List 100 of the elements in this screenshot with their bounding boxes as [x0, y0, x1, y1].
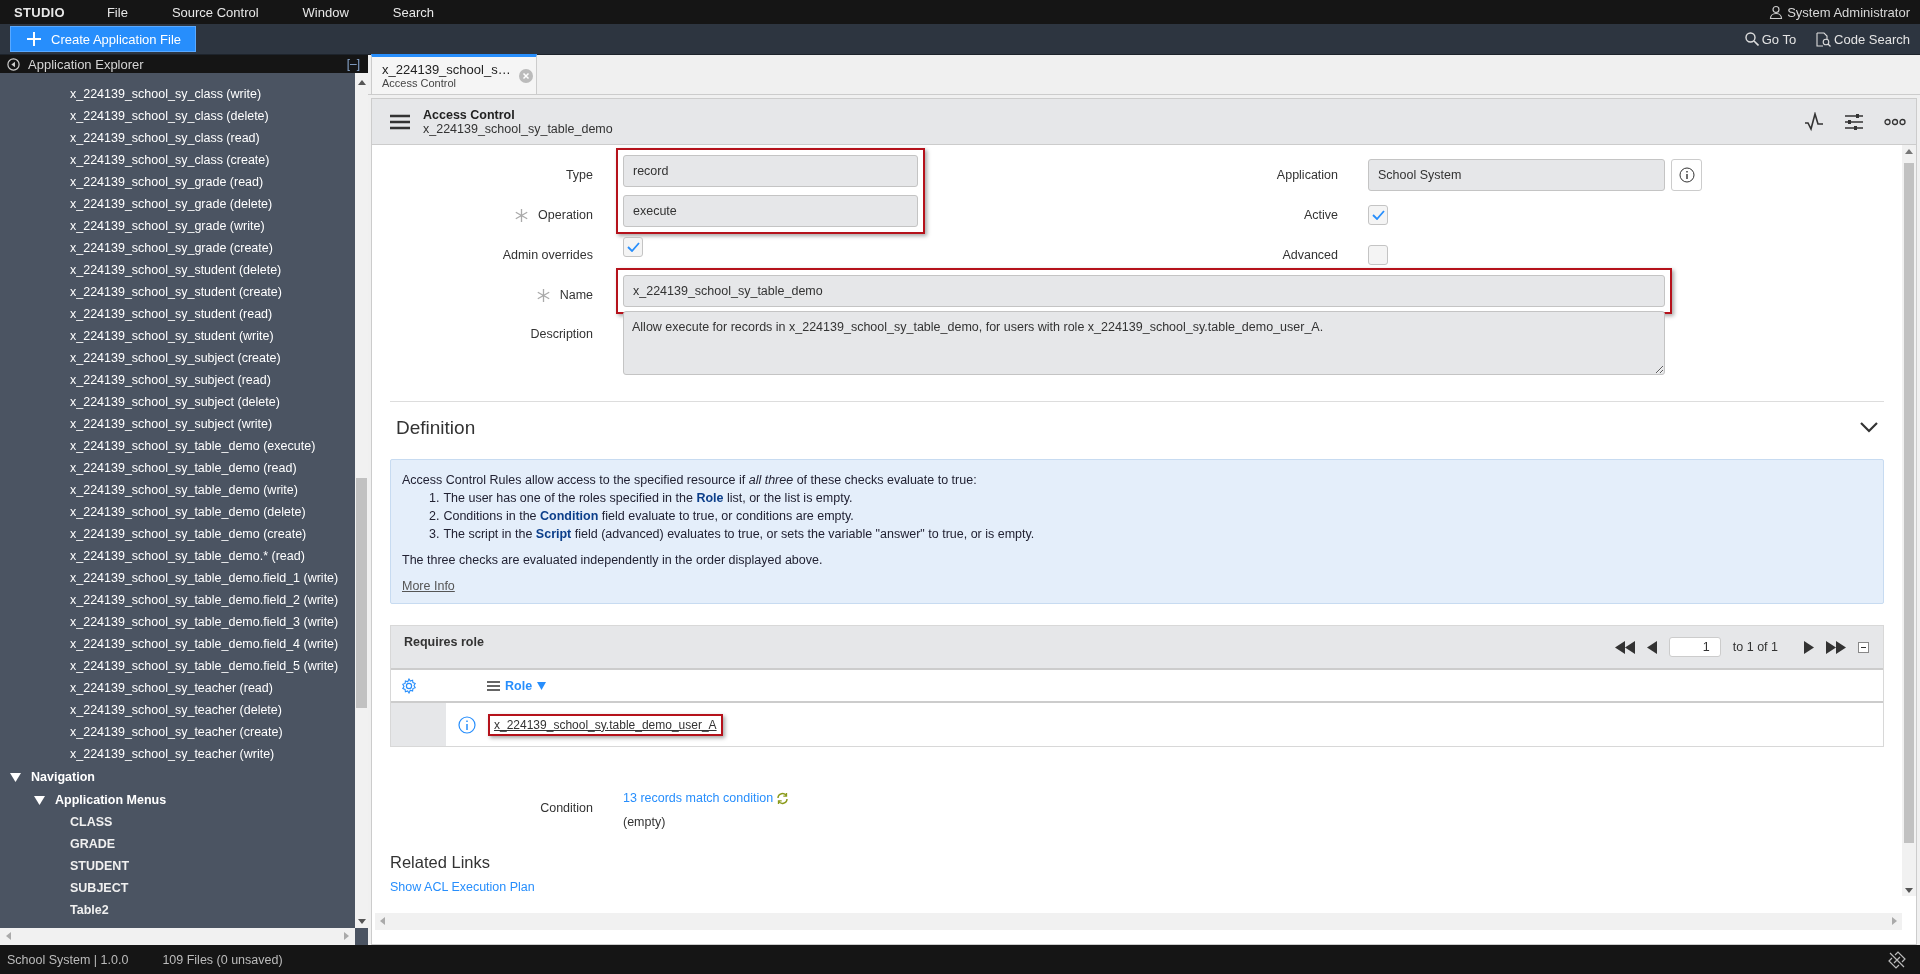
activity-icon[interactable] — [1804, 111, 1824, 132]
required-asterisk-icon — [536, 288, 550, 302]
list-title: Requires role — [404, 635, 485, 649]
tree-item[interactable]: x_224139_school_sy_teacher (delete) — [0, 699, 355, 721]
tree-node[interactable]: Application Menus — [55, 792, 167, 807]
go-to-link[interactable]: Go To — [1744, 31, 1797, 47]
checkbox[interactable] — [623, 237, 643, 257]
tree-item[interactable]: x_224139_school_sy_student (read) — [0, 303, 355, 325]
next-page-icon[interactable] — [1804, 640, 1814, 654]
text-field[interactable]: x_224139_school_sy_table_demo — [623, 275, 1665, 307]
back-circle-icon[interactable] — [7, 57, 20, 71]
checkbox[interactable] — [1368, 245, 1388, 265]
previous-page-icon[interactable] — [1646, 640, 1657, 654]
menu-item[interactable]: File — [106, 4, 128, 20]
tree-item[interactable]: x_224139_school_sy_grade (delete) — [0, 193, 355, 215]
tree-item[interactable]: x_224139_school_sy_subject (write) — [0, 413, 355, 435]
check-icon — [1371, 210, 1385, 220]
page-field[interactable]: 1 — [1668, 637, 1721, 657]
menu-item[interactable]: Search — [392, 4, 435, 20]
text-area[interactable]: Allow execute for records in x_224139_school_sy_table_demo, for users with role x_224139_school_sy.table_demo_user_A. — [623, 311, 1665, 375]
tree-item[interactable]: x_224139_school_sy_table_demo.field_4 (write) — [0, 633, 355, 655]
field-label: Advanced — [1282, 248, 1338, 262]
more-info-link[interactable]: More Info — [402, 577, 455, 595]
file-count: 109 Files (0 unsaved) — [162, 952, 283, 967]
sliders-icon[interactable] — [1844, 111, 1864, 132]
collapse-control[interactable]: [–] — [346, 57, 360, 71]
field-label: Active — [1303, 208, 1338, 222]
tree-item[interactable]: x_224139_school_sy_table_demo (execute) — [0, 435, 355, 457]
role-link[interactable]: x_224139_school_sy.table_demo_user_A — [494, 717, 717, 732]
tree-item[interactable]: x_224139_school_sy_table_demo.field_2 (write) — [0, 589, 355, 611]
tree-item[interactable]: x_224139_school_sy_grade (write) — [0, 215, 355, 237]
tree-item[interactable]: x_224139_school_sy_table_demo (read) — [0, 457, 355, 479]
tree-item[interactable]: x_224139_school_sy_table_demo.field_5 (write) — [0, 655, 355, 677]
tree-item[interactable]: SUBJECT — [0, 877, 355, 899]
more-icon[interactable] — [1884, 117, 1906, 126]
step-number: 1. — [429, 490, 440, 507]
tree-item[interactable]: x_224139_school_sy_grade (read) — [0, 171, 355, 193]
scrollbar[interactable] — [355, 73, 368, 928]
text-field[interactable]: execute — [623, 195, 918, 227]
info-text: The user has one of the roles specified in the Role list, or the list is empty. — [443, 490, 853, 507]
tree-item[interactable]: x_224139_school_sy_student (delete) — [0, 259, 355, 281]
tree-item[interactable]: x_224139_school_sy_class (create) — [0, 149, 355, 171]
tree-item[interactable]: x_224139_school_sy_table_demo.field_3 (write) — [0, 611, 355, 633]
user-name[interactable]: System Administrator — [1787, 4, 1910, 20]
tree-item[interactable]: x_224139_school_sy_student (write) — [0, 325, 355, 347]
info-icon[interactable] — [458, 715, 476, 734]
tree-item[interactable]: x_224139_school_sy_subject (create) — [0, 347, 355, 369]
menu-item[interactable]: Window — [302, 4, 349, 20]
document-search-icon — [1816, 31, 1832, 47]
checkbox[interactable] — [1368, 205, 1388, 225]
tree-item[interactable]: x_224139_school_sy_class (write) — [0, 83, 355, 105]
tree-item[interactable]: x_224139_school_sy_teacher (read) — [0, 677, 355, 699]
tree-item[interactable]: x_224139_school_sy_table_demo (create) — [0, 523, 355, 545]
form-title: Access Control — [423, 107, 516, 122]
reference-field[interactable]: School System — [1368, 159, 1665, 191]
step-number: 3. — [429, 526, 440, 543]
sort-down-icon — [537, 681, 547, 690]
field-label: Type — [565, 168, 593, 182]
tree-item[interactable]: x_224139_school_sy_table_demo (write) — [0, 479, 355, 501]
tree-item[interactable]: x_224139_school_sy_student (create) — [0, 281, 355, 303]
tree-item[interactable]: x_224139_school_sy_subject (read) — [0, 369, 355, 391]
user-icon[interactable] — [1769, 5, 1784, 19]
tree-node[interactable]: Navigation — [31, 769, 95, 784]
tree-item[interactable]: x_224139_school_sy_table_demo.* (read) — [0, 545, 355, 567]
tree-item[interactable]: x_224139_school_sy_table_demo.field_1 (write) — [0, 567, 355, 589]
editor-tab[interactable]: x_224139_school_s… Access Control — [371, 54, 537, 94]
info-button[interactable] — [1671, 159, 1702, 191]
section-header: Definition — [390, 401, 1884, 453]
scrollbar[interactable] — [0, 928, 355, 945]
last-page-icon[interactable] — [1826, 640, 1846, 654]
tree-item[interactable]: x_224139_school_sy_class (delete) — [0, 105, 355, 127]
settings-icon[interactable] — [401, 677, 417, 694]
menu-item[interactable]: Source Control — [171, 4, 259, 20]
panel-title: Application Explorer — [28, 56, 145, 72]
form-subtitle: x_224139_school_sy_table_demo — [423, 121, 614, 136]
first-page-icon[interactable] — [1614, 640, 1635, 654]
tree-item[interactable]: x_224139_school_sy_teacher (write) — [0, 743, 355, 765]
expand-triangle-icon[interactable] — [10, 771, 21, 782]
scrollbar[interactable] — [1902, 145, 1916, 896]
tree-item[interactable]: x_224139_school_sy_subject (delete) — [0, 391, 355, 413]
field-label: Description — [530, 327, 593, 341]
scrollbar[interactable] — [375, 913, 1902, 930]
chevron-icon[interactable] — [1860, 422, 1878, 433]
expand-triangle-icon[interactable] — [34, 794, 45, 805]
tree-item[interactable]: x_224139_school_sy_teacher (create) — [0, 721, 355, 743]
tree-item[interactable]: x_224139_school_sy_grade (create) — [0, 237, 355, 259]
tree-item[interactable]: x_224139_school_sy_table_demo (delete) — [0, 501, 355, 523]
field-label: Condition — [539, 800, 594, 817]
code-search-link[interactable]: Code Search — [1816, 31, 1910, 47]
tree-item[interactable]: x_224139_school_sy_class (read) — [0, 127, 355, 149]
tree-item[interactable]: STUDENT — [0, 855, 355, 877]
field-label: Application — [1276, 168, 1338, 182]
menu-icon[interactable] — [390, 113, 410, 130]
collapse-icon[interactable] — [1858, 641, 1869, 653]
tree-item[interactable]: CLASS — [0, 811, 355, 833]
tree-item[interactable]: GRADE — [0, 833, 355, 855]
text-field[interactable]: record — [623, 155, 918, 187]
link-off-icon[interactable] — [1888, 950, 1906, 969]
info-text: The script in the Script field (advanced) evaluates to true, or sets the variable "answer" to true, or is empty. — [443, 526, 1035, 543]
tree-item[interactable]: Table2 — [0, 899, 355, 921]
